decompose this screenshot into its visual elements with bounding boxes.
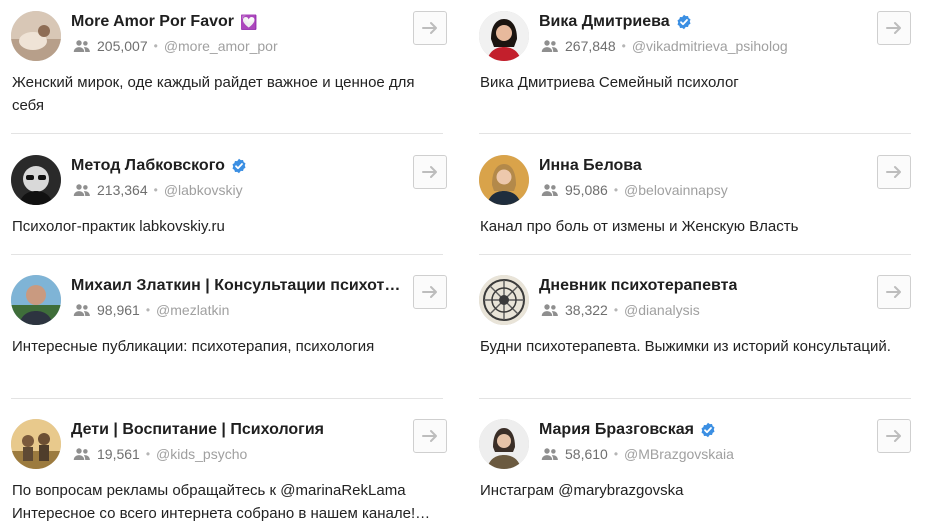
channel-handle: @vikadmitrieva_psiholog	[631, 38, 788, 54]
channel-card[interactable]: Михаил Златкин | Консультации психот… 98…	[11, 275, 447, 399]
channel-card[interactable]: More Amor Por Favor 💟 205,007 • @more_am…	[11, 11, 447, 134]
heart-emoji: 💟	[240, 13, 258, 30]
separator-dot: •	[153, 39, 158, 53]
channel-description: Женский мирок, оде каждый райдет важное …	[12, 74, 415, 114]
avatar[interactable]	[11, 275, 61, 325]
separator-dot: •	[613, 183, 619, 197]
avatar[interactable]	[479, 419, 529, 469]
open-channel-button[interactable]	[877, 155, 911, 189]
subscriber-count: 58,610	[565, 446, 608, 462]
channel-handle: @dianalysis	[624, 302, 700, 318]
divider	[479, 133, 911, 134]
divider	[11, 398, 443, 399]
separator-dot: •	[145, 447, 151, 461]
channel-title[interactable]: Мария Бразговская	[539, 421, 694, 439]
separator-dot: •	[613, 447, 619, 461]
separator-dot: •	[613, 303, 619, 317]
separator-dot: •	[621, 39, 626, 53]
channel-handle: @belovainnapsy	[624, 182, 728, 198]
channel-description: Психолог-практик labkovskiy.ru	[12, 218, 225, 235]
channel-handle: @mezlatkin	[156, 302, 230, 318]
open-channel-button[interactable]	[877, 11, 911, 45]
channel-card[interactable]: Инна Белова 95,086 • @belovainnapsy Кана…	[479, 155, 911, 255]
channel-description: Будни психотерапевта. Выжимки из историй…	[480, 338, 891, 355]
channel-title[interactable]: Метод Лабковского	[71, 157, 225, 175]
channel-handle: @MBrazgovskaia	[624, 446, 734, 462]
separator-dot: •	[153, 183, 158, 197]
channel-title[interactable]: Инна Белова	[539, 157, 642, 175]
channel-handle: @more_amor_por	[163, 38, 278, 54]
arrow-right-icon	[884, 162, 904, 182]
divider	[11, 254, 443, 255]
open-channel-button[interactable]	[877, 419, 911, 453]
channel-description: Инстаграм @marybrazgovska	[480, 482, 684, 499]
channel-description: Интересные публикации: психотерапия, пси…	[12, 338, 375, 355]
arrow-right-icon	[884, 282, 904, 302]
subscriber-count: 19,561	[97, 446, 140, 462]
separator-dot: •	[145, 303, 151, 317]
open-channel-button[interactable]	[413, 275, 447, 309]
avatar[interactable]	[11, 155, 61, 205]
channel-card[interactable]: Мария Бразговская 58,610 • @MBrazgovskai…	[479, 419, 911, 531]
subscriber-count: 38,322	[565, 302, 608, 318]
arrow-right-icon	[420, 426, 440, 446]
people-icon	[541, 447, 559, 461]
avatar[interactable]	[11, 419, 61, 469]
avatar[interactable]	[479, 155, 529, 205]
channel-title[interactable]: More Amor Por Favor	[71, 13, 234, 31]
channel-title[interactable]: Михаил Златкин | Консультации психот…	[71, 277, 400, 295]
people-icon	[541, 39, 559, 53]
channel-grid: More Amor Por Favor 💟 205,007 • @more_am…	[0, 0, 930, 531]
divider	[479, 398, 911, 399]
verified-badge-icon	[676, 14, 692, 30]
verified-badge-icon	[700, 422, 716, 438]
open-channel-button[interactable]	[413, 11, 447, 45]
people-icon	[73, 303, 91, 317]
channel-description: По вопросам рекламы обращайтесь к @marin…	[12, 482, 431, 522]
subscriber-count: 95,086	[565, 182, 608, 198]
divider	[479, 254, 911, 255]
arrow-right-icon	[420, 18, 440, 38]
people-icon	[73, 183, 91, 197]
avatar[interactable]	[479, 11, 529, 61]
people-icon	[541, 303, 559, 317]
subscriber-count: 98,961	[97, 302, 140, 318]
verified-badge-icon	[231, 158, 247, 174]
channel-card[interactable]: Вика Дмитриева 267,848 • @vikadmitrieva_…	[479, 11, 911, 134]
avatar[interactable]	[11, 11, 61, 61]
open-channel-button[interactable]	[413, 419, 447, 453]
channel-description: Канал про боль от измены и Женскую Власт…	[480, 218, 799, 235]
open-channel-button[interactable]	[877, 275, 911, 309]
subscriber-count: 205,007	[97, 38, 148, 54]
channel-card[interactable]: Метод Лабковского 213,364 • @labkovskiy …	[11, 155, 447, 255]
avatar[interactable]	[479, 275, 529, 325]
channel-handle: @labkovskiy	[163, 182, 243, 198]
arrow-right-icon	[420, 162, 440, 182]
channel-description: Вика Дмитриева Семейный психолог	[480, 74, 739, 91]
subscriber-count: 213,364	[97, 182, 148, 198]
people-icon	[73, 39, 91, 53]
channel-title[interactable]: Вика Дмитриева	[539, 13, 670, 31]
channel-handle: @kids_psycho	[156, 446, 248, 462]
people-icon	[541, 183, 559, 197]
arrow-right-icon	[884, 18, 904, 38]
channel-card[interactable]: Дети | Воспитание | Психология 19,561 • …	[11, 419, 447, 531]
channel-card[interactable]: Дневник психотерапевта 38,322 • @dianaly…	[479, 275, 911, 399]
channel-title[interactable]: Дети | Воспитание | Психология	[71, 421, 324, 439]
people-icon	[73, 447, 91, 461]
open-channel-button[interactable]	[413, 155, 447, 189]
subscriber-count: 267,848	[565, 38, 616, 54]
arrow-right-icon	[884, 426, 904, 446]
arrow-right-icon	[420, 282, 440, 302]
channel-title[interactable]: Дневник психотерапевта	[539, 277, 737, 295]
divider	[11, 133, 443, 134]
